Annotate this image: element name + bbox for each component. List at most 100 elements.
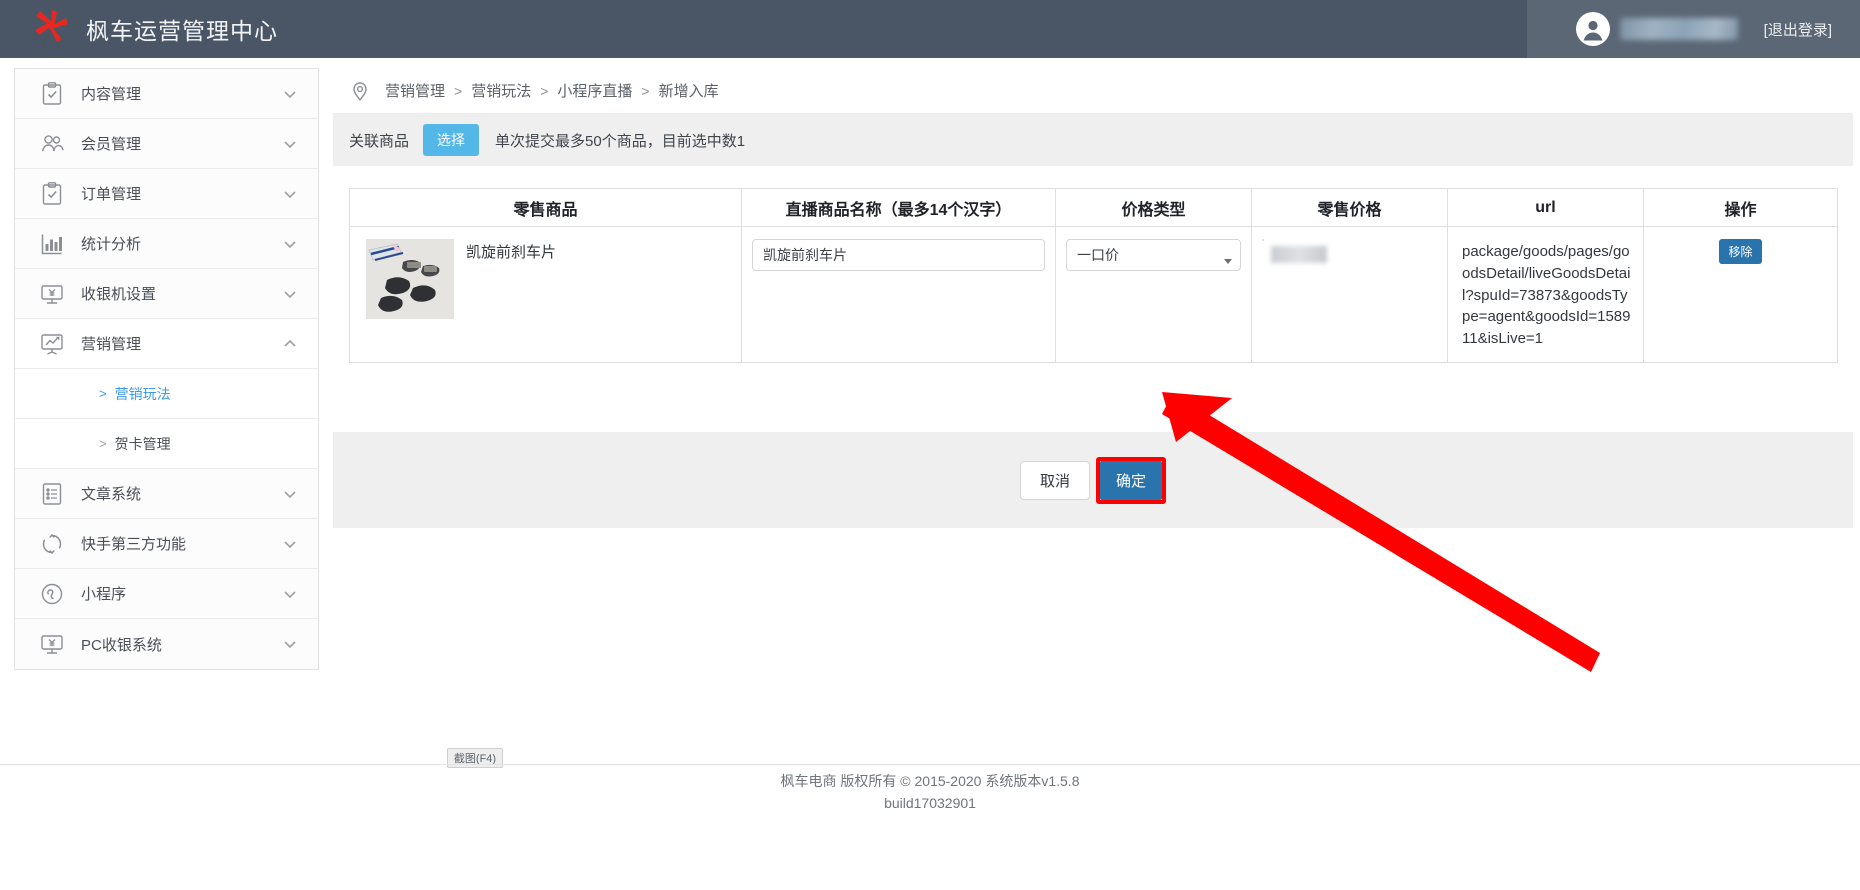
header-user-area: [退出登录] xyxy=(1527,0,1860,58)
circular-arrows-icon xyxy=(39,531,65,557)
breadcrumb-item-3[interactable]: 小程序直播 xyxy=(557,80,632,101)
associated-goods-toolbar: 关联商品 选择 单次提交最多50个商品，目前选中数1 xyxy=(333,114,1853,166)
sidebar-item-label: 小程序 xyxy=(81,586,127,603)
column-header-operation: 操作 xyxy=(1643,188,1838,227)
sidebar-subitem-label: 贺卡管理 xyxy=(114,435,171,452)
breadcrumb: 营销管理 > 营销玩法 > 小程序直播 > 新增入库 xyxy=(333,68,1853,114)
user-avatar-icon[interactable] xyxy=(1575,12,1610,46)
breadcrumb-separator: > xyxy=(454,82,463,99)
column-header-retail-price: 零售价格 xyxy=(1251,188,1448,227)
sidebar-item-content-management[interactable]: 内容管理 xyxy=(15,69,318,119)
cell-operation: 移除 xyxy=(1643,226,1838,363)
sidebar-item-kuaishou-third-party[interactable]: 快手第三方功能 xyxy=(15,519,318,569)
form-action-bar: 取消 确定 xyxy=(333,432,1853,528)
sidebar-item-label: 文章系统 xyxy=(81,486,142,503)
product-cell: 凯旋前刹车片 xyxy=(360,239,731,319)
retail-price-input-bg xyxy=(1262,239,1264,241)
sidebar-item-marketing-management[interactable]: 营销管理 xyxy=(15,319,318,369)
footer-divider xyxy=(0,764,1860,765)
submenu-arrow-icon: > xyxy=(99,386,107,401)
sidebar-item-label: 收银机设置 xyxy=(81,286,157,303)
sidebar-subitem-greeting-card[interactable]: > 贺卡管理 xyxy=(15,419,318,469)
sidebar-navigation: 内容管理 会员管理 订单管理 统计分析 收银机设置 营销管理 > 营销玩法 > … xyxy=(14,68,319,670)
sidebar-item-statistics-analysis[interactable]: 统计分析 xyxy=(15,219,318,269)
sidebar-item-article-system[interactable]: 文章系统 xyxy=(15,469,318,519)
sidebar-item-order-management[interactable]: 订单管理 xyxy=(15,169,318,219)
breadcrumb-item-2[interactable]: 营销玩法 xyxy=(471,80,531,101)
monitor-yen-icon xyxy=(39,631,65,657)
chevron-down-icon[interactable] xyxy=(282,286,298,302)
price-type-select[interactable]: 一口价 xyxy=(1066,239,1241,271)
cell-retail-goods: 凯旋前刹车片 xyxy=(349,226,742,363)
presentation-chart-icon xyxy=(39,331,65,357)
table-row: 凯旋前刹车片 一口价 xyxy=(349,226,1838,363)
maple-windmill-logo-icon xyxy=(30,7,72,51)
sidebar-item-member-management[interactable]: 会员管理 xyxy=(15,119,318,169)
chevron-down-icon[interactable] xyxy=(282,86,298,102)
footer-copyright: 枫车电商 版权所有 © 2015-2020 系统版本v1.5.8 xyxy=(780,773,1080,789)
associated-goods-label: 关联商品 xyxy=(349,132,410,150)
sidebar-item-label: 统计分析 xyxy=(81,236,142,253)
chevron-down-icon[interactable] xyxy=(282,536,298,552)
breadcrumb-separator: > xyxy=(641,82,650,99)
users-icon xyxy=(39,131,65,157)
sidebar-item-pc-cashier-system[interactable]: PC收银系统 xyxy=(15,619,318,669)
chevron-down-icon[interactable] xyxy=(282,586,298,602)
header-brand-area: 枫车运营管理中心 xyxy=(0,0,1527,58)
breadcrumb-item-4: 新增入库 xyxy=(658,83,719,100)
price-type-select-wrapper: 一口价 xyxy=(1066,239,1241,271)
logout-link[interactable]: [退出登录] xyxy=(1764,19,1832,40)
clipboard-check-icon xyxy=(39,181,65,207)
app-title: 枫车运营管理中心 xyxy=(86,18,278,44)
chevron-down-icon[interactable] xyxy=(282,636,298,652)
product-name: 凯旋前刹车片 xyxy=(466,244,557,261)
cell-url: package/goods/pages/goodsDetail/liveGood… xyxy=(1447,226,1644,363)
column-header-price-type: 价格类型 xyxy=(1055,188,1252,227)
sidebar-subitem-label: 营销玩法 xyxy=(114,385,171,402)
list-document-icon xyxy=(39,481,65,507)
live-goods-name-input[interactable] xyxy=(752,239,1045,271)
clipboard-check-icon xyxy=(39,81,65,107)
brake-pads-product-image xyxy=(366,239,454,319)
selection-hint-text: 单次提交最多50个商品，目前选中数1 xyxy=(495,132,746,150)
table-header-row: 零售商品 直播商品名称（最多14个汉字） 价格类型 零售价格 url 操作 xyxy=(349,188,1838,227)
column-header-retail-goods: 零售商品 xyxy=(349,188,742,227)
sidebar-item-miniprogram[interactable]: 小程序 xyxy=(15,569,318,619)
confirm-button-highlight: 确定 xyxy=(1096,456,1167,504)
bar-chart-icon xyxy=(39,231,65,257)
breadcrumb-item-1[interactable]: 营销管理 xyxy=(385,80,445,101)
goods-url-text: package/goods/pages/goodsDetail/liveGood… xyxy=(1462,243,1631,347)
sidebar-item-label: 订单管理 xyxy=(81,186,142,203)
goods-table-panel: 零售商品 直播商品名称（最多14个汉字） 价格类型 零售价格 url 操作 凯旋… xyxy=(333,170,1853,432)
screenshot-hotkey-chip: 截图(F4) xyxy=(447,748,503,768)
cancel-button[interactable]: 取消 xyxy=(1019,460,1090,500)
submenu-arrow-icon: > xyxy=(99,436,107,451)
cell-price-type: 一口价 xyxy=(1055,226,1252,363)
goods-table-head: 零售商品 直播商品名称（最多14个汉字） 价格类型 零售价格 url 操作 xyxy=(349,188,1838,227)
footer-build: build17032901 xyxy=(884,795,976,811)
chevron-down-icon[interactable] xyxy=(282,186,298,202)
chevron-down-icon[interactable] xyxy=(282,236,298,252)
breadcrumb-separator: > xyxy=(540,82,549,99)
confirm-button[interactable]: 确定 xyxy=(1100,460,1163,500)
miniprogram-circle-icon xyxy=(39,581,65,607)
sidebar-item-label: 内容管理 xyxy=(81,86,142,103)
page-footer: 枫车电商 版权所有 © 2015-2020 系统版本v1.5.8 build17… xyxy=(0,770,1860,814)
chevron-up-icon[interactable] xyxy=(282,336,298,352)
sidebar-item-label: 会员管理 xyxy=(81,136,142,153)
goods-table-body: 凯旋前刹车片 一口价 xyxy=(349,226,1838,363)
cell-retail-price xyxy=(1251,226,1448,363)
chevron-down-icon[interactable] xyxy=(282,136,298,152)
username-masked xyxy=(1619,18,1738,40)
sidebar-item-cashier-settings[interactable]: 收银机设置 xyxy=(15,269,318,319)
chevron-down-icon[interactable] xyxy=(282,486,298,502)
retail-price-masked-value xyxy=(1271,246,1327,263)
column-header-live-goods-name: 直播商品名称（最多14个汉字） xyxy=(741,188,1056,227)
select-goods-button[interactable]: 选择 xyxy=(423,124,480,156)
goods-table: 零售商品 直播商品名称（最多14个汉字） 价格类型 零售价格 url 操作 凯旋… xyxy=(349,188,1838,363)
sidebar-item-label: 快手第三方功能 xyxy=(81,536,187,553)
body-wrapper: 内容管理 会员管理 订单管理 统计分析 收银机设置 营销管理 > 营销玩法 > … xyxy=(0,58,1860,890)
sidebar-subitem-marketing-play[interactable]: > 营销玩法 xyxy=(15,369,318,419)
app-page: 枫车运营管理中心 [退出登录] 内容管理 会员管理 订单管理 统计分析 收银机设… xyxy=(0,0,1860,890)
remove-goods-button[interactable]: 移除 xyxy=(1719,239,1762,264)
